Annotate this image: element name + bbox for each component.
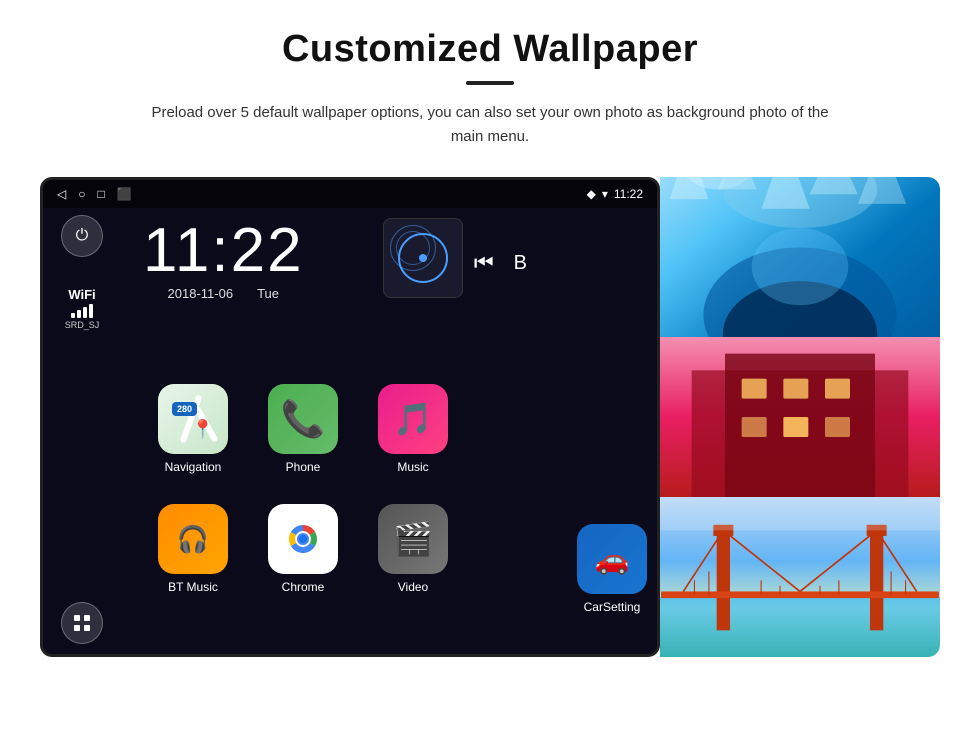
clock-date: 2018-11-06 Tue bbox=[143, 286, 304, 301]
grid-icon bbox=[73, 614, 91, 632]
bluetooth-music-icon: 🎧 bbox=[177, 524, 209, 555]
phone-label: Phone bbox=[286, 460, 321, 474]
bt-music-label: BT Music bbox=[168, 580, 218, 594]
page-subtitle: Preload over 5 default wallpaper options… bbox=[140, 101, 840, 149]
left-sidebar: ⏻ WiFi SRD_SJ bbox=[61, 215, 103, 330]
bt-music-icon: 🎧 bbox=[158, 504, 228, 574]
status-time: 11:22 bbox=[614, 187, 643, 201]
apps-grid: 280 📍 Navigation 📞 Phone 🎵 bbox=[143, 384, 463, 614]
title-divider bbox=[466, 81, 514, 85]
app-video[interactable]: 🎬 Video bbox=[363, 504, 463, 614]
car-setting-icon: 🚗 bbox=[577, 524, 647, 594]
wallpaper-thumb-red-building[interactable] bbox=[660, 337, 940, 497]
bottom-bar bbox=[61, 602, 103, 644]
clock-area: 11:22 2018-11-06 Tue bbox=[143, 220, 304, 301]
device-frame: ◁ ○ □ ⬛ ◆ ▾ 11:22 11:22 2018-11-06 Tue bbox=[40, 177, 660, 657]
prev-track-icon[interactable]: ⏮ bbox=[474, 250, 494, 276]
status-right: ◆ ▾ 11:22 bbox=[587, 187, 643, 201]
app-navigation[interactable]: 280 📍 Navigation bbox=[143, 384, 243, 494]
radio-inner bbox=[398, 233, 448, 283]
home-icon[interactable]: ○ bbox=[78, 187, 85, 201]
recents-icon[interactable]: □ bbox=[97, 187, 104, 201]
date-left: 2018-11-06 bbox=[168, 286, 234, 301]
red-building-svg bbox=[660, 337, 940, 497]
media-controls: ⏮ B bbox=[474, 250, 527, 276]
app-bt-music[interactable]: 🎧 BT Music bbox=[143, 504, 243, 614]
video-clapper-icon: 🎬 bbox=[393, 520, 433, 558]
golden-gate-svg bbox=[660, 497, 940, 657]
chrome-label: Chrome bbox=[282, 580, 325, 594]
radio-icon-box[interactable] bbox=[383, 218, 463, 298]
wifi-ssid: SRD_SJ bbox=[65, 320, 100, 330]
chrome-logo bbox=[277, 513, 329, 565]
nav-map: 280 📍 bbox=[158, 384, 228, 454]
nav-pin: 📍 bbox=[192, 419, 214, 440]
music-emoji: 🎵 bbox=[393, 400, 433, 438]
phone-icon: 📞 bbox=[268, 384, 338, 454]
phone-emoji: 📞 bbox=[281, 398, 326, 440]
wifi-widget: WiFi SRD_SJ bbox=[65, 287, 100, 330]
location-icon: ◆ bbox=[587, 187, 596, 201]
app-phone[interactable]: 📞 Phone bbox=[253, 384, 353, 494]
app-music[interactable]: 🎵 Music bbox=[363, 384, 463, 494]
wifi-bar-2 bbox=[77, 310, 81, 318]
status-bar: ◁ ○ □ ⬛ ◆ ▾ 11:22 bbox=[43, 180, 657, 208]
car-setting-emoji: 🚗 bbox=[595, 543, 630, 576]
app-chrome[interactable]: Chrome bbox=[253, 504, 353, 614]
wifi-label: WiFi bbox=[65, 287, 100, 302]
clock-time: 11:22 bbox=[143, 220, 304, 282]
radio-wave-mid bbox=[396, 231, 430, 265]
nav-shield: 280 bbox=[172, 402, 197, 416]
apps-grid-button[interactable] bbox=[61, 602, 103, 644]
ice-cave-svg bbox=[660, 177, 940, 337]
wifi-bar-4 bbox=[89, 304, 93, 318]
power-button[interactable]: ⏻ bbox=[61, 215, 103, 257]
video-icon: 🎬 bbox=[378, 504, 448, 574]
wifi-bar-1 bbox=[71, 313, 75, 318]
app-car-setting[interactable]: 🚗 CarSetting bbox=[577, 524, 647, 614]
wifi-bar-3 bbox=[83, 307, 87, 318]
car-setting-label: CarSetting bbox=[584, 600, 641, 614]
date-right: Tue bbox=[257, 286, 279, 301]
music-icon: 🎵 bbox=[378, 384, 448, 454]
bluetooth-icon[interactable]: B bbox=[514, 252, 527, 275]
page-title: Customized Wallpaper bbox=[282, 28, 698, 71]
wifi-status-icon: ▾ bbox=[602, 187, 608, 201]
wallpaper-thumb-ice-cave[interactable] bbox=[660, 177, 940, 337]
navigation-label: Navigation bbox=[165, 460, 222, 474]
screenshot-icon[interactable]: ⬛ bbox=[117, 187, 132, 201]
back-icon[interactable]: ◁ bbox=[57, 187, 66, 201]
music-label: Music bbox=[397, 460, 428, 474]
video-label: Video bbox=[398, 580, 428, 594]
navigation-icon: 280 📍 bbox=[158, 384, 228, 454]
wifi-bars bbox=[65, 304, 100, 318]
wallpaper-thumb-golden-gate[interactable] bbox=[660, 497, 940, 657]
status-left: ◁ ○ □ ⬛ bbox=[57, 187, 132, 201]
chrome-icon-bg bbox=[268, 504, 338, 574]
wallpaper-panel bbox=[660, 177, 940, 657]
page-container: Customized Wallpaper Preload over 5 defa… bbox=[0, 0, 980, 749]
content-area: ◁ ○ □ ⬛ ◆ ▾ 11:22 11:22 2018-11-06 Tue bbox=[40, 177, 940, 657]
